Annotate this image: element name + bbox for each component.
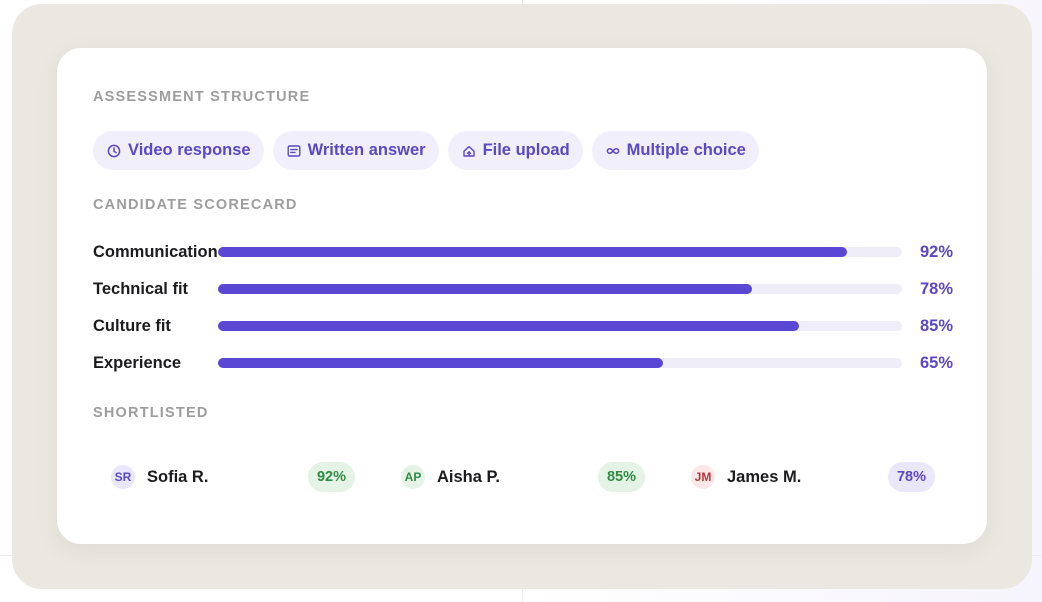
score-row-culture-fit: Culture fit 85% bbox=[93, 315, 953, 337]
score-bar-fill bbox=[218, 284, 752, 294]
clock-icon bbox=[107, 144, 121, 158]
score-bar-track bbox=[218, 284, 902, 294]
score-bar-track bbox=[218, 247, 902, 257]
score-value: 78% bbox=[919, 280, 953, 298]
shortlisted-heading: SHORTLISTED bbox=[93, 405, 209, 421]
candidate-name: Sofia R. bbox=[147, 468, 209, 486]
score-bar-fill bbox=[218, 247, 848, 257]
score-label: Experience bbox=[93, 354, 182, 372]
candidate-score-badge: 92% bbox=[308, 462, 355, 492]
score-bar-track bbox=[218, 321, 902, 331]
chip-label: Video response bbox=[128, 141, 251, 159]
chip-multiple-choice[interactable]: Multiple choice bbox=[591, 131, 759, 170]
infinity-icon bbox=[606, 144, 620, 158]
candidate-name: Aisha P. bbox=[437, 468, 500, 486]
chip-file-upload[interactable]: File upload bbox=[447, 131, 583, 170]
chip-label: File upload bbox=[482, 141, 570, 159]
score-bar-track bbox=[218, 358, 902, 368]
score-label: Technical fit bbox=[93, 280, 189, 298]
candidate-scorecard-heading: CANDIDATE SCORECARD bbox=[93, 197, 298, 213]
candidate-aisha-p[interactable]: AP Aisha P. 85% bbox=[401, 462, 645, 492]
avatar: SR bbox=[111, 465, 135, 489]
score-row-communication: Communication 92% bbox=[93, 241, 953, 263]
score-value: 85% bbox=[919, 317, 953, 335]
document-icon bbox=[287, 144, 301, 158]
avatar: JM bbox=[691, 465, 715, 489]
score-row-experience: Experience 65% bbox=[93, 352, 953, 374]
candidate-score-badge: 78% bbox=[888, 462, 935, 492]
candidate-score-badge: 85% bbox=[598, 462, 645, 492]
assessment-card: ASSESSMENT STRUCTURE Video response Writ… bbox=[57, 48, 987, 544]
assessment-type-chips: Video response Written answer File uploa… bbox=[93, 131, 759, 170]
chip-label: Multiple choice bbox=[626, 141, 746, 159]
score-bar-fill bbox=[218, 358, 663, 368]
candidate-james-m[interactable]: JM James M. 78% bbox=[691, 462, 935, 492]
upload-icon bbox=[462, 144, 476, 158]
score-row-technical-fit: Technical fit 78% bbox=[93, 278, 953, 300]
score-value: 92% bbox=[919, 243, 953, 261]
score-value: 65% bbox=[919, 354, 953, 372]
candidate-sofia-r[interactable]: SR Sofia R. 92% bbox=[111, 462, 355, 492]
score-bar-fill bbox=[218, 321, 800, 331]
candidate-name: James M. bbox=[727, 468, 802, 486]
chip-label: Written answer bbox=[307, 141, 426, 159]
avatar: AP bbox=[401, 465, 425, 489]
chip-written-answer[interactable]: Written answer bbox=[272, 131, 439, 170]
score-label: Communication bbox=[93, 243, 218, 261]
score-label: Culture fit bbox=[93, 317, 171, 335]
chip-video-response[interactable]: Video response bbox=[93, 131, 264, 170]
assessment-structure-heading: ASSESSMENT STRUCTURE bbox=[93, 89, 311, 105]
